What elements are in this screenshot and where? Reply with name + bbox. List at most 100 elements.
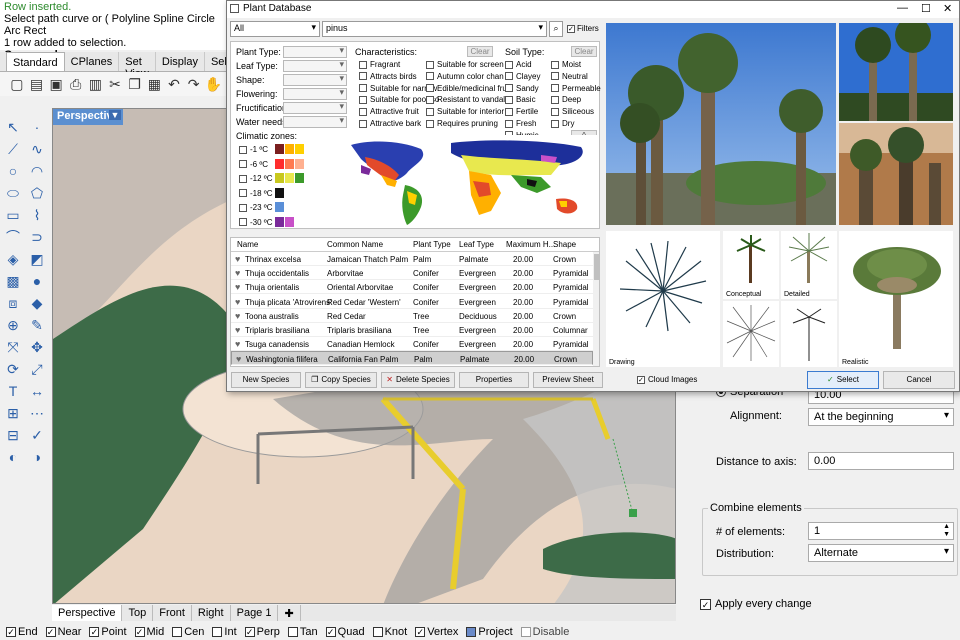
properties-button[interactable]: Properties (459, 372, 529, 388)
detailed-thumbnail[interactable]: Detailed (781, 231, 837, 299)
tab-top[interactable]: Top (122, 605, 154, 621)
circle-icon[interactable]: ○ (2, 160, 24, 182)
search-input[interactable]: pinus (322, 21, 547, 37)
filter-select[interactable] (283, 45, 347, 58)
species-photo-3[interactable] (839, 123, 953, 225)
filter-checkbox[interactable]: Acid (505, 60, 532, 69)
undo-icon[interactable]: ↶ (165, 75, 183, 93)
favorite-heart-icon[interactable]: ♥ (235, 312, 244, 321)
filter-checkbox[interactable]: Neutral (551, 72, 588, 81)
realistic-thumbnail[interactable]: Realistic (839, 231, 953, 367)
distribution-select[interactable]: Alternate (808, 544, 954, 562)
scrollbar-thumb[interactable] (594, 254, 599, 280)
climate-zone-checkbox[interactable]: -6 ºC (239, 160, 268, 169)
drawing-thumbnail[interactable]: Drawing (606, 231, 720, 367)
filter-checkbox[interactable]: Basic (505, 95, 536, 104)
edit-icon[interactable]: ✎ (26, 314, 48, 336)
clear-characteristics-button[interactable]: Clear (467, 46, 493, 57)
snap-icon[interactable]: ⊟ (2, 424, 24, 446)
table-row[interactable]: ♥ Thuja orientalis Oriental Arborvitae Coni… (231, 280, 593, 295)
filter-checkbox[interactable]: Permeable (551, 84, 601, 93)
filter-checkbox[interactable]: Dry (551, 119, 574, 128)
filter-checkbox[interactable]: Deep (551, 95, 581, 104)
apply-every-change-checkbox[interactable]: ✓ Apply every change (700, 598, 812, 610)
filter-select[interactable] (283, 115, 347, 128)
filter-checkbox[interactable]: Sandy (505, 84, 539, 93)
osnap-cen[interactable]: Cen (172, 625, 204, 639)
filter-checkbox[interactable]: Fragrant (359, 60, 400, 69)
clear-soil-button[interactable]: Clear (571, 46, 597, 57)
polygon-icon[interactable]: ⬠ (26, 182, 48, 204)
climate-zone-checkbox[interactable]: -30 ºC (239, 218, 272, 227)
mesh-icon[interactable]: ⧈ (2, 292, 24, 314)
minimize-icon[interactable]: — (897, 2, 908, 14)
filter-checkbox[interactable]: Requires pruning (426, 119, 498, 128)
osnap-quad[interactable]: ✓ Quad (325, 625, 365, 639)
freeform-icon[interactable]: ⌇ (26, 204, 48, 226)
tab-cplanes[interactable]: CPlanes (65, 52, 120, 71)
climate-world-map[interactable] (341, 135, 597, 227)
outline-thumbnail[interactable] (781, 301, 837, 367)
save-icon[interactable]: ▣ (47, 75, 65, 93)
favorite-heart-icon[interactable]: ♥ (235, 283, 244, 292)
tab-page-1[interactable]: Page 1 (231, 605, 279, 621)
rotate-icon[interactable]: ⟳ (2, 358, 24, 380)
column-header-plant-type[interactable]: Plant Type (413, 240, 451, 249)
filter-select[interactable] (283, 87, 347, 100)
favorite-heart-icon[interactable]: ♥ (235, 255, 244, 264)
filter-checkbox[interactable]: Attractive bark (359, 119, 421, 128)
column-header-leaf-type[interactable]: Leaf Type (459, 240, 494, 249)
search-icon[interactable]: ⌕ (549, 21, 563, 37)
close-icon[interactable]: ✕ (943, 2, 952, 15)
surface-icon[interactable]: ◈ (2, 248, 24, 270)
arc-icon[interactable]: ◠ (26, 160, 48, 182)
favorite-heart-icon[interactable]: ♥ (235, 269, 244, 278)
redo-icon[interactable]: ↷ (185, 75, 203, 93)
climate-zone-checkbox[interactable]: -23 ºC (239, 203, 272, 212)
move-icon[interactable]: ✥ (26, 336, 48, 358)
table-row[interactable]: ♥ Thuja plicata 'Atrovirens' Red Cedar 'We… (231, 295, 593, 309)
new-file-icon[interactable]: ▢ (8, 75, 26, 93)
table-row[interactable]: ♥ Toona australis Red Cedar Tree Deciduous 20… (231, 309, 593, 323)
cut-icon[interactable]: ✂ (106, 75, 124, 93)
add-tab-icon[interactable]: ✚ (278, 605, 301, 621)
filter-checkbox[interactable]: Fertile (505, 107, 538, 116)
point-icon[interactable]: · (26, 116, 48, 138)
print-icon[interactable]: ⎙ (67, 75, 85, 93)
maximize-icon[interactable]: ☐ (921, 2, 931, 15)
select-arrow-icon[interactable]: ↖ (2, 116, 24, 138)
table-row[interactable]: ♥ Triplaris brasiliana Triplaris brasilian… (231, 323, 593, 337)
filter-select[interactable] (283, 59, 347, 72)
rectangle-icon[interactable]: ▭ (2, 204, 24, 226)
open-folder-icon[interactable]: ▤ (28, 75, 46, 93)
cancel-button[interactable]: Cancel (883, 371, 955, 389)
tab-front[interactable]: Front (153, 605, 192, 621)
alignment-select[interactable]: At the beginning (808, 408, 954, 426)
favorite-heart-icon[interactable]: ♥ (236, 355, 245, 364)
osnap-point[interactable]: ✓ Point (89, 625, 127, 639)
chevron-down-icon[interactable]: ▼ (109, 110, 121, 120)
array-icon[interactable]: ⊞ (2, 402, 24, 424)
tab-perspective[interactable]: Perspective (52, 605, 123, 621)
table-row[interactable]: ♥ Tsuga canadensis Canadian Hemlock Conifer… (231, 337, 593, 352)
favorite-heart-icon[interactable]: ♥ (235, 326, 244, 335)
column-header-common-name[interactable]: Common Name (327, 240, 383, 249)
paste-icon[interactable]: ▦ (145, 75, 163, 93)
filter-checkbox[interactable]: Suitable for screen (426, 60, 504, 69)
copy-icon[interactable]: ❐ (126, 75, 144, 93)
solid-icon[interactable]: ◆ (26, 292, 48, 314)
ellipse-icon[interactable]: ⬭ (2, 182, 24, 204)
copy-species-button[interactable]: ❐ Copy Species (305, 372, 377, 388)
dimension-icon[interactable]: ↔ (26, 380, 48, 402)
filters-toggle[interactable]: ✓ Filters (567, 24, 599, 33)
category-select[interactable]: All (230, 21, 320, 37)
table-row[interactable]: ♥ Thuja occidentalis Arborvitae Conifer Ever… (231, 266, 593, 281)
filter-checkbox[interactable]: Suitable for interior (426, 107, 504, 116)
osnap-near[interactable]: ✓ Near (45, 625, 81, 639)
filter-checkbox[interactable]: Clayey (505, 72, 540, 81)
filter-checkbox[interactable]: Fresh (505, 119, 536, 128)
cloud-images-checkbox[interactable]: ✓ Cloud Images (637, 375, 697, 384)
osnap-knot[interactable]: Knot (372, 625, 407, 639)
delete-species-button[interactable]: ✕ Delete Species (381, 372, 455, 388)
filter-checkbox[interactable]: Edible/medicinal fru (426, 84, 507, 93)
